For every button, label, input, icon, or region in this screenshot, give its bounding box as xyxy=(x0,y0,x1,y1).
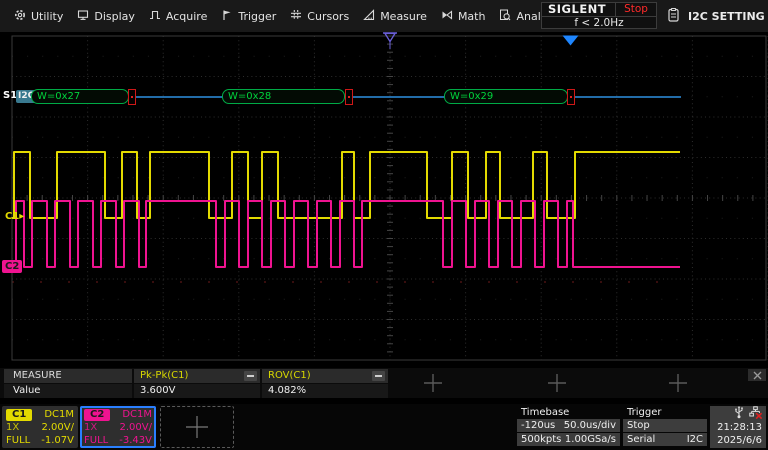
bandwidth-value: FULL xyxy=(84,435,109,446)
plus-icon xyxy=(548,374,566,392)
plus-icon xyxy=(186,416,208,438)
plus-icon xyxy=(669,374,687,392)
scale-value: 2.00V/ xyxy=(119,422,152,433)
timebase-scale: 50.0us/div xyxy=(563,420,616,431)
measure-stat-name: ROV(C1) xyxy=(268,370,311,381)
channel1-widget[interactable]: C1 DC1M 1X 2.00V/ FULL -1.07V xyxy=(2,406,78,448)
trigger-level-marker[interactable] xyxy=(562,32,579,51)
measure-title: MEASURE xyxy=(4,369,132,383)
add-measure-slot[interactable] xyxy=(372,368,494,398)
decode-frame: W=0x29 xyxy=(444,89,568,104)
channel1-trace-label[interactable]: C1▸ xyxy=(5,211,24,222)
measure-bar: MEASURE Value Pk-Pk(C1) 3.600V ROV(C1) 4… xyxy=(0,368,768,398)
lan-disconnected-icon xyxy=(749,406,763,422)
clock-date: 2025/6/6 xyxy=(717,435,762,446)
bottom-bar: C1 DC1M 1X 2.00V/ FULL -1.07V C2 DC1M 1X 2.00… xyxy=(0,404,768,450)
add-channel-slot[interactable] xyxy=(160,406,234,448)
probe-value: 1X xyxy=(84,422,98,433)
timebase-title: Timebase xyxy=(521,407,570,418)
channel2-trace-label[interactable]: C2 xyxy=(2,260,23,273)
probe-value: 1X xyxy=(6,422,20,433)
clock-widget[interactable]: 21:28:13 2025/6/6 xyxy=(710,406,766,448)
close-measure-icon[interactable] xyxy=(748,369,766,381)
channel2-widget[interactable]: C2 DC1M 1X 2.00V/ FULL -3.43V xyxy=(80,406,156,448)
decode-ack-box xyxy=(567,89,575,105)
coupling-value: DC1M xyxy=(122,409,152,420)
measure-row-label: Value xyxy=(4,384,132,398)
trigger-widget[interactable]: Trigger Stop Serial I2C xyxy=(623,406,707,448)
memory-depth: 500kpts xyxy=(521,434,562,445)
bandwidth-value: FULL xyxy=(6,435,31,446)
usb-icon xyxy=(734,406,744,422)
offset-value: -3.43V xyxy=(119,435,152,446)
decode-ack-box xyxy=(345,89,353,105)
timebase-widget[interactable]: Timebase -120us 50.0us/div 500kpts 1.00GSa… xyxy=(517,406,620,448)
channel1-badge: C1 xyxy=(6,408,33,421)
add-measure-slot[interactable] xyxy=(496,368,618,398)
decode-frame: W=0x28 xyxy=(222,89,345,104)
plus-icon xyxy=(424,374,442,392)
channel2-badge: C2 xyxy=(84,408,111,421)
measure-stat-name: Pk-Pk(C1) xyxy=(140,370,189,381)
measure-stat-value: 3.600V xyxy=(134,384,260,398)
oscilloscope-screen: Utility Display Acquire Trigger Cursors … xyxy=(0,0,768,450)
trigger-delay-marker[interactable] xyxy=(382,32,398,54)
sample-rate: 1.00GSa/s xyxy=(564,434,616,445)
trigger-mode: Serial xyxy=(627,434,656,445)
timebase-delay: -120us xyxy=(521,420,556,431)
trigger-type: I2C xyxy=(686,434,703,445)
offset-value: -1.07V xyxy=(41,435,74,446)
decode-frame: W=0x27 xyxy=(31,89,129,104)
clock-time: 21:28:13 xyxy=(717,422,762,433)
add-measure-slot[interactable] xyxy=(617,368,739,398)
remove-measure-icon[interactable] xyxy=(244,371,257,381)
coupling-value: DC1M xyxy=(44,409,74,420)
trigger-title: Trigger xyxy=(627,407,662,418)
measure-stat-value: 4.082% xyxy=(262,384,388,398)
trigger-status: Stop xyxy=(627,420,650,431)
scale-value: 2.00V/ xyxy=(41,422,74,433)
decode-ack-box xyxy=(128,89,136,105)
